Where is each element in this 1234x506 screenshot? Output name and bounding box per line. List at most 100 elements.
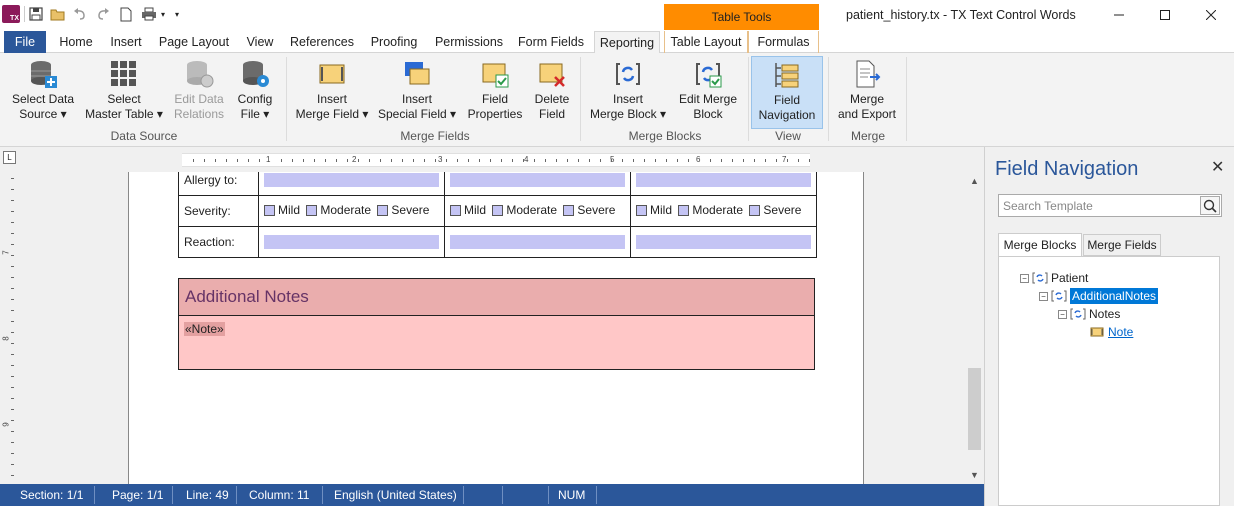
table-cell[interactable] bbox=[630, 226, 817, 258]
tab-insert[interactable]: Insert bbox=[104, 31, 148, 53]
edit-data-relations-button[interactable]: Edit Data Relations bbox=[170, 56, 228, 128]
close-window-icon[interactable] bbox=[1188, 0, 1234, 30]
horizontal-ruler[interactable]: 1 2 3 4 5 6 7 bbox=[182, 153, 810, 167]
tab-merge-blocks[interactable]: Merge Blocks bbox=[998, 233, 1082, 256]
severity-checkbox[interactable]: Mild bbox=[450, 203, 486, 217]
tab-form-fields[interactable]: Form Fields bbox=[514, 31, 588, 53]
table-cell[interactable] bbox=[630, 172, 817, 196]
print-dropdown-icon[interactable]: ▾ bbox=[158, 6, 168, 22]
table-cell[interactable]: Mild Moderate Severe bbox=[444, 195, 631, 227]
field-properties-button[interactable]: Field Properties bbox=[464, 56, 526, 128]
tab-home[interactable]: Home bbox=[52, 31, 100, 53]
tree-node-notes[interactable]: − Notes bbox=[1058, 306, 1120, 322]
merge-field[interactable] bbox=[450, 173, 625, 187]
field-navigation-icon bbox=[770, 57, 804, 93]
merge-field[interactable] bbox=[450, 235, 625, 249]
scroll-up-icon[interactable]: ▲ bbox=[970, 176, 979, 186]
insert-merge-field-button[interactable]: Insert Merge Field ▾ bbox=[292, 56, 372, 128]
collapse-icon[interactable]: − bbox=[1020, 273, 1029, 283]
vertical-scrollbar[interactable]: ▲ ▼ bbox=[966, 172, 983, 484]
vertical-ruler-number: 9 bbox=[1, 422, 11, 427]
select-master-table-button[interactable]: Select Master Table ▾ bbox=[82, 56, 166, 128]
vertical-ruler-tick bbox=[11, 409, 14, 410]
tab-view[interactable]: View bbox=[240, 31, 280, 53]
severity-checkbox[interactable]: Moderate bbox=[306, 203, 371, 217]
tree-node-label: Patient bbox=[1051, 271, 1089, 285]
config-file-button[interactable]: Config File ▾ bbox=[232, 56, 278, 128]
minimize-icon[interactable] bbox=[1096, 0, 1142, 30]
document-area[interactable]: Allergy to: Severity: Mild Moderate Seve… bbox=[24, 172, 966, 484]
undo-icon[interactable] bbox=[72, 6, 88, 22]
ruler-tick bbox=[237, 159, 238, 162]
tab-page-layout[interactable]: Page Layout bbox=[154, 31, 234, 53]
special-field-icon bbox=[400, 56, 434, 92]
severity-checkbox[interactable]: Mild bbox=[636, 203, 672, 217]
merge-field[interactable] bbox=[636, 173, 811, 187]
severity-checkbox[interactable]: Severe bbox=[563, 203, 615, 217]
search-template-input[interactable]: Search Template bbox=[998, 194, 1222, 217]
maximize-icon[interactable] bbox=[1142, 0, 1188, 30]
ruler-tick bbox=[259, 159, 260, 162]
tab-table-layout[interactable]: Table Layout bbox=[664, 31, 748, 53]
severity-checkbox[interactable]: Severe bbox=[377, 203, 429, 217]
severity-checkbox[interactable]: Mild bbox=[264, 203, 300, 217]
app-logo-icon[interactable]: TX bbox=[2, 5, 20, 23]
tab-permissions[interactable]: Permissions bbox=[430, 31, 508, 53]
scrollbar-thumb[interactable] bbox=[968, 368, 981, 450]
tree-node-note[interactable]: Note bbox=[1089, 324, 1133, 340]
note-merge-field[interactable]: «Note» bbox=[184, 322, 225, 336]
print-icon[interactable] bbox=[141, 6, 157, 22]
ruler-tick bbox=[754, 159, 755, 162]
customize-toolbar-icon[interactable]: ▾ bbox=[172, 6, 182, 22]
table-cell[interactable]: Mild Moderate Severe bbox=[258, 195, 445, 227]
table-cell[interactable] bbox=[258, 172, 445, 196]
open-folder-icon[interactable] bbox=[50, 6, 66, 22]
collapse-icon[interactable]: − bbox=[1039, 291, 1048, 301]
ruler-tick bbox=[644, 159, 645, 162]
ruler-tick bbox=[567, 159, 568, 162]
search-icon[interactable] bbox=[1200, 196, 1220, 215]
severity-checkbox[interactable]: Moderate bbox=[678, 203, 743, 217]
group-separator bbox=[286, 57, 287, 141]
additional-notes-block[interactable]: «Note» bbox=[178, 316, 815, 370]
allergy-table[interactable]: Allergy to: Severity: Mild Moderate Seve… bbox=[178, 172, 817, 258]
close-panel-icon[interactable]: ✕ bbox=[1211, 157, 1224, 177]
delete-field-button[interactable]: Delete Field bbox=[530, 56, 574, 128]
save-icon[interactable] bbox=[28, 6, 44, 22]
tab-merge-fields[interactable]: Merge Fields bbox=[1083, 234, 1161, 256]
vertical-ruler-tick bbox=[11, 266, 14, 267]
field-navigation-button[interactable]: Field Navigation bbox=[751, 56, 823, 129]
severity-checkbox[interactable]: Moderate bbox=[492, 203, 557, 217]
table-cell[interactable] bbox=[444, 172, 631, 196]
new-document-icon[interactable] bbox=[118, 6, 134, 22]
insert-merge-block-button[interactable]: Insert Merge Block ▾ bbox=[586, 56, 670, 128]
merge-field[interactable] bbox=[264, 235, 439, 249]
tab-reporting[interactable]: Reporting bbox=[594, 31, 660, 54]
tab-stop-selector[interactable]: L bbox=[3, 151, 16, 164]
severity-checkbox[interactable]: Severe bbox=[749, 203, 801, 217]
table-cell[interactable]: Mild Moderate Severe bbox=[630, 195, 817, 227]
collapse-icon[interactable]: − bbox=[1058, 309, 1067, 319]
merge-and-export-button[interactable]: Merge and Export bbox=[834, 56, 900, 128]
tree-node-patient[interactable]: − Patient bbox=[1020, 270, 1088, 286]
select-data-source-button[interactable]: Select Data Source ▾ bbox=[8, 56, 78, 128]
table-cell[interactable] bbox=[258, 226, 445, 258]
vertical-ruler[interactable]: 7 8 9 bbox=[0, 172, 24, 484]
merge-field[interactable] bbox=[264, 173, 439, 187]
tab-references[interactable]: References bbox=[286, 31, 358, 53]
table-cell[interactable] bbox=[444, 226, 631, 258]
ruler-tick bbox=[776, 159, 777, 162]
merge-field[interactable] bbox=[636, 235, 811, 249]
tab-formulas[interactable]: Formulas bbox=[748, 31, 819, 53]
insert-special-field-button[interactable]: Insert Special Field ▾ bbox=[376, 56, 458, 128]
ruler-tick bbox=[479, 159, 480, 162]
scroll-down-icon[interactable]: ▼ bbox=[970, 470, 979, 480]
edit-merge-block-button[interactable]: Edit Merge Block bbox=[674, 56, 742, 128]
additional-notes-heading[interactable]: Additional Notes bbox=[178, 278, 815, 316]
tree-node-additional-notes[interactable]: − AdditionalNotes bbox=[1039, 288, 1159, 304]
redo-icon[interactable] bbox=[95, 6, 111, 22]
tab-proofing[interactable]: Proofing bbox=[364, 31, 424, 53]
tab-file[interactable]: File bbox=[4, 31, 46, 53]
ruler-tick bbox=[534, 159, 535, 162]
field-properties-icon bbox=[478, 56, 512, 92]
